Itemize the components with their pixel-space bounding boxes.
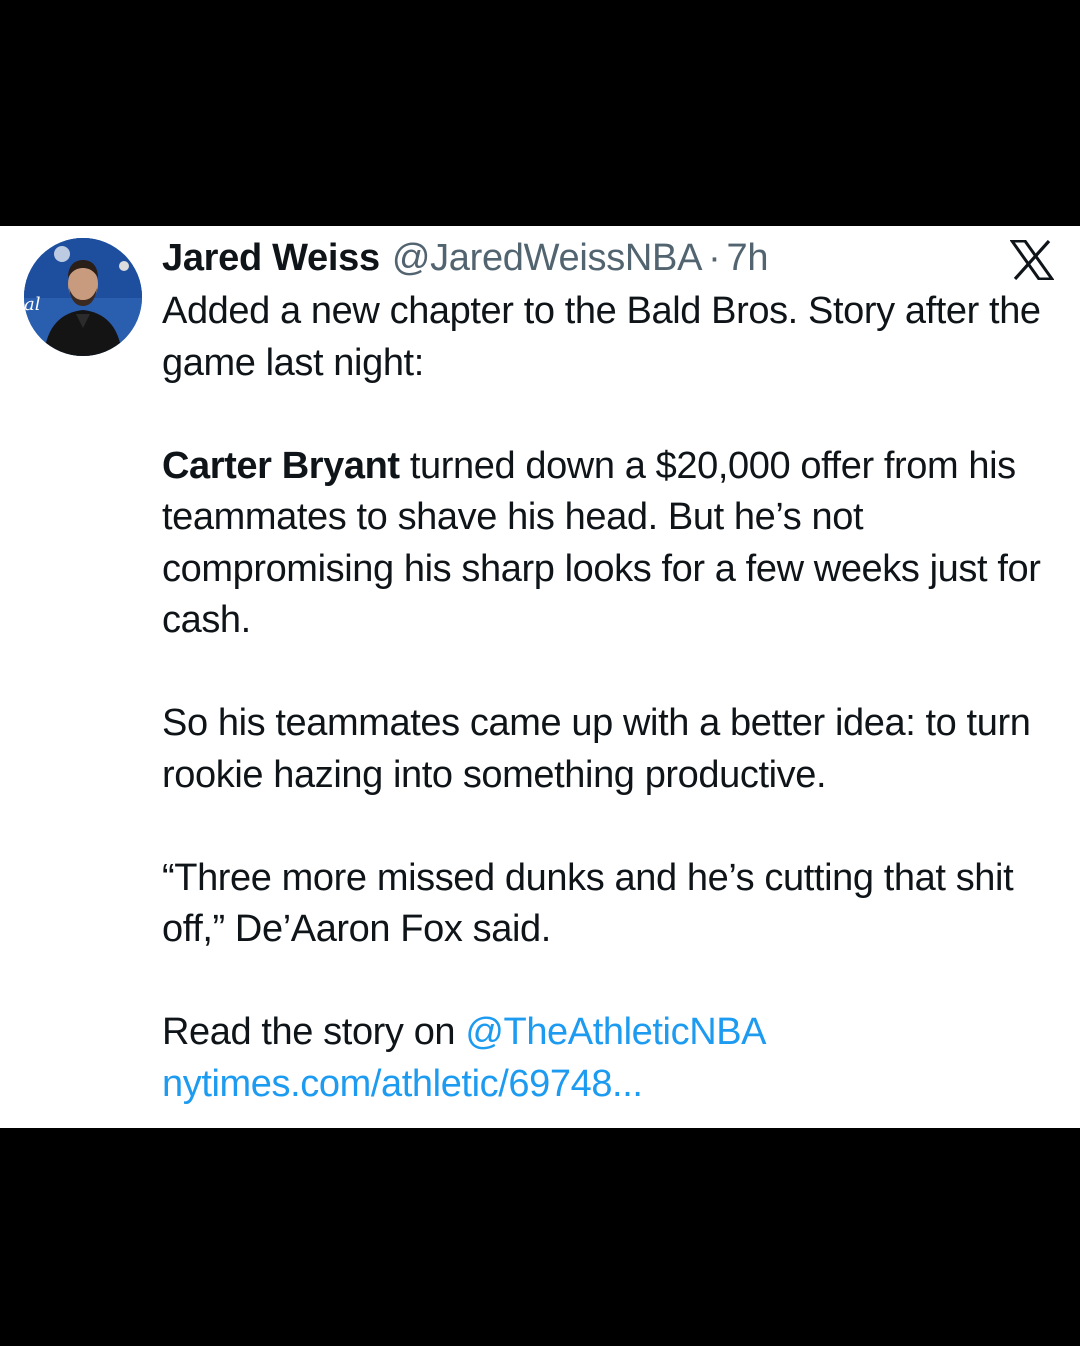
- author-handle[interactable]: @JaredWeissNBA: [392, 234, 703, 282]
- tweet-text: Added a new chapter to the Bald Bros. St…: [162, 286, 1062, 1110]
- article-link[interactable]: nytimes.com/athletic/69748...: [162, 1063, 643, 1105]
- tweet-paragraph-4: “Three more missed dunks and he’s cuttin…: [162, 853, 1062, 956]
- author-name[interactable]: Jared Weiss: [162, 234, 380, 282]
- tweet-card: al Jared Weiss @JaredWeissNBA · 7h Added…: [0, 226, 1080, 1128]
- tweet-header: Jared Weiss @JaredWeissNBA · 7h: [162, 234, 768, 282]
- paragraph-3-text: So his teammates came up with a better i…: [162, 702, 1031, 796]
- tweet-paragraph-1: Added a new chapter to the Bald Bros. St…: [162, 286, 1062, 389]
- tweet-paragraph-3: So his teammates came up with a better i…: [162, 698, 1062, 801]
- bottom-letterbox: [0, 1128, 1080, 1346]
- paragraph-4-text: “Three more missed dunks and he’s cuttin…: [162, 856, 1014, 951]
- tweet-paragraph-5: Read the story on @TheAthleticNBA nytimes…: [162, 1007, 1062, 1110]
- mention-link[interactable]: @TheAthleticNBA: [465, 1011, 766, 1053]
- tweet-timestamp[interactable]: 7h: [727, 234, 769, 282]
- bold-name: Carter Bryant: [162, 444, 400, 487]
- x-logo-icon[interactable]: [1009, 239, 1055, 281]
- paragraph-1-text: Added a new chapter to the Bald Bros. St…: [162, 290, 1041, 384]
- separator-dot: ·: [708, 237, 721, 279]
- read-story-text: Read the story on: [162, 1011, 466, 1053]
- author-avatar[interactable]: al: [24, 238, 142, 356]
- tweet-paragraph-2: Carter Bryant turned down a $20,000 offe…: [162, 441, 1062, 647]
- avatar-photo: al: [24, 238, 142, 356]
- svg-text:al: al: [24, 294, 41, 315]
- top-letterbox: [0, 0, 1080, 226]
